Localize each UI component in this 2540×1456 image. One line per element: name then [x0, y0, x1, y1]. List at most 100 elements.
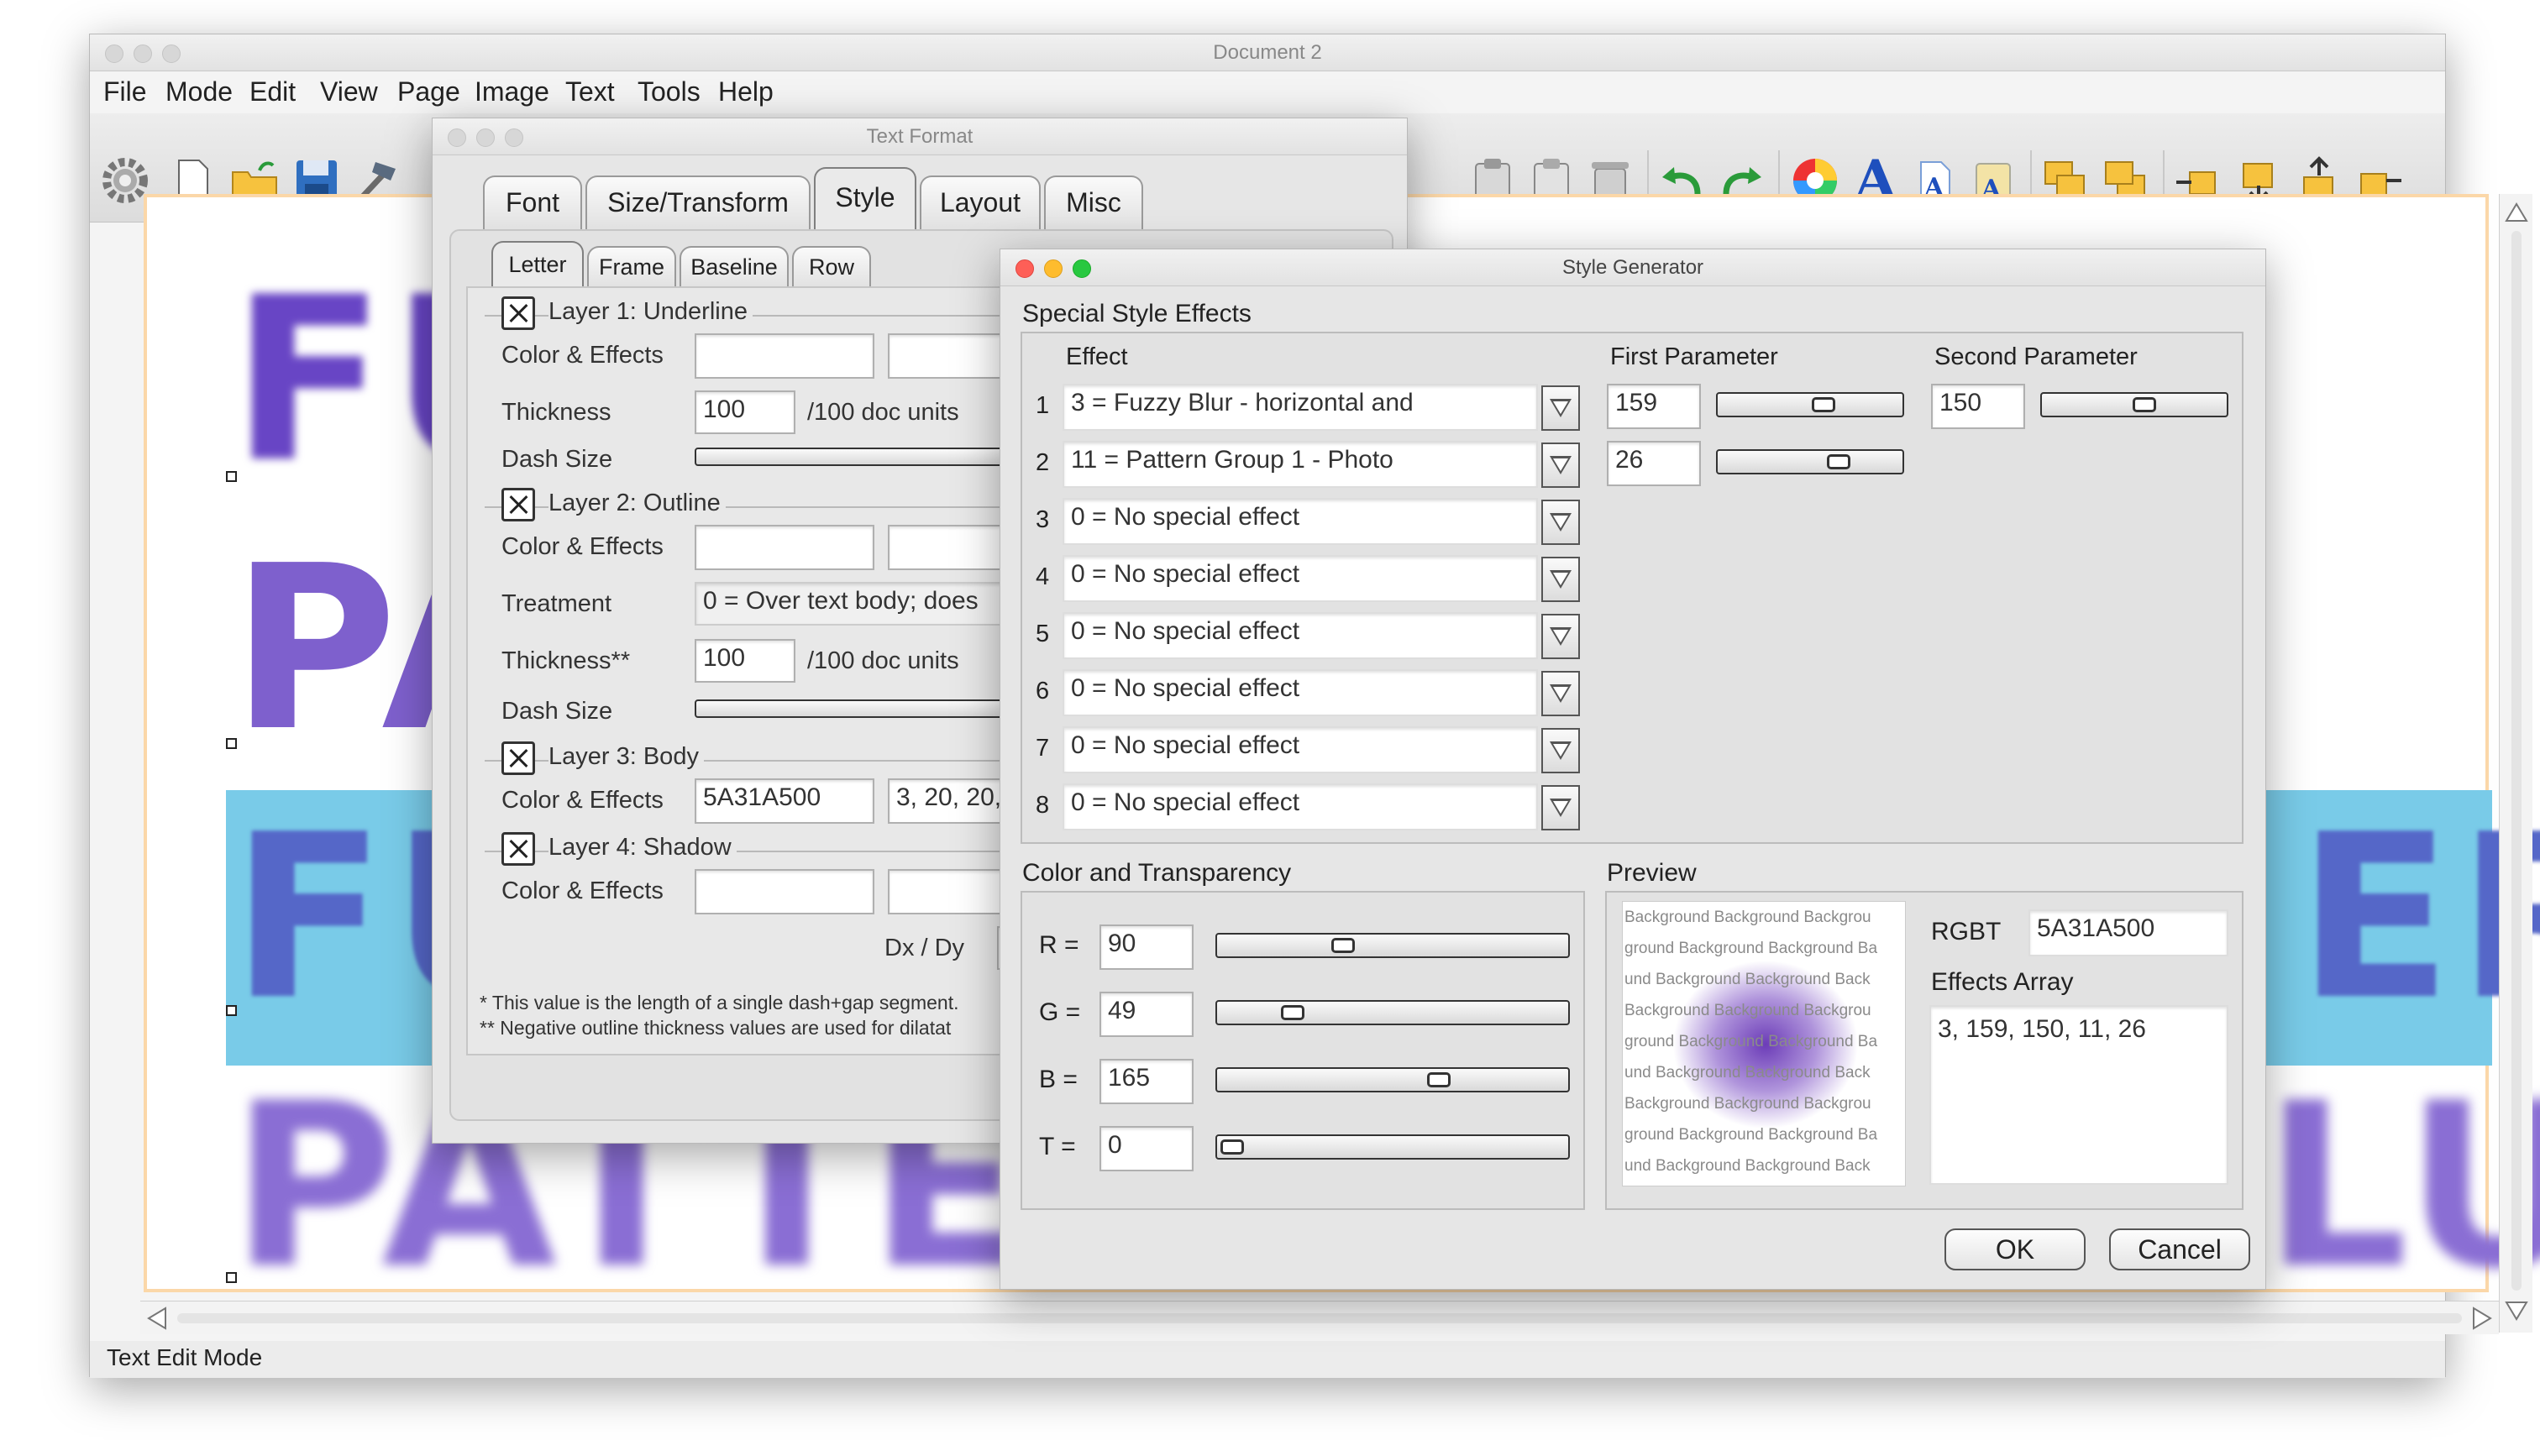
chevron-down-icon[interactable]: [1541, 385, 1580, 431]
outline-dash-slider[interactable]: [695, 699, 1047, 718]
layer-underline-title: Layer 1: Underline: [548, 298, 753, 326]
tab-layout[interactable]: Layout: [920, 175, 1041, 229]
menu-text[interactable]: Text: [565, 76, 615, 107]
tab-style[interactable]: Style: [814, 167, 916, 231]
minimize-button[interactable]: [476, 128, 495, 147]
chevron-down-icon[interactable]: [1541, 443, 1580, 488]
effect-select[interactable]: 0 = No special effect: [1063, 612, 1538, 659]
effects-array-field[interactable]: 3, 159, 150, 11, 26: [1929, 1005, 2228, 1185]
zoom-button[interactable]: [162, 45, 181, 63]
close-button[interactable]: [105, 45, 123, 63]
subtab-row[interactable]: Row: [792, 246, 871, 288]
channel-value-field[interactable]: 49: [1099, 992, 1194, 1037]
scroll-up-icon[interactable]: [2503, 199, 2530, 226]
menu-mode[interactable]: Mode: [165, 76, 233, 107]
subtab-row-label: Row: [808, 254, 854, 280]
channel-slider[interactable]: [1215, 933, 1570, 958]
effect2-first-param[interactable]: 26: [1607, 441, 1701, 486]
tab-size-transform-label: Size/Transform: [607, 187, 789, 217]
subtab-letter[interactable]: Letter: [491, 241, 584, 288]
tab-misc[interactable]: Misc: [1044, 175, 1143, 229]
ok-button[interactable]: OK: [1944, 1228, 2086, 1270]
zoom-button[interactable]: [505, 128, 523, 147]
effect1-second-slider[interactable]: [2040, 392, 2228, 417]
chevron-down-icon[interactable]: [1541, 557, 1580, 602]
horizontal-scroll-track[interactable]: [177, 1313, 2462, 1323]
effect1-second-knob[interactable]: [2133, 397, 2157, 412]
channel-slider-knob[interactable]: [1220, 1139, 1244, 1155]
effect1-second-param[interactable]: 150: [1931, 384, 2025, 429]
layer-outline-checkbox[interactable]: [501, 488, 535, 521]
cancel-button[interactable]: Cancel: [2109, 1228, 2250, 1270]
chevron-down-icon[interactable]: [1541, 728, 1580, 773]
effect-select[interactable]: 0 = No special effect: [1063, 555, 1538, 602]
menu-view[interactable]: View: [320, 76, 378, 107]
menu-page[interactable]: Page: [397, 76, 460, 107]
menu-image[interactable]: Image: [475, 76, 549, 107]
underline-dash-slider[interactable]: [695, 448, 1047, 466]
subtab-frame[interactable]: Frame: [587, 246, 676, 288]
vertical-scroll-track[interactable]: [2511, 231, 2522, 1291]
effect2-first-knob[interactable]: [1827, 454, 1850, 469]
effect1-first-slider[interactable]: [1716, 392, 1904, 417]
layer-underline-checkbox[interactable]: [501, 296, 535, 330]
tab-font[interactable]: Font: [483, 175, 582, 229]
channel-value-field[interactable]: 90: [1099, 924, 1194, 970]
selection-handle[interactable]: [226, 1272, 237, 1283]
effect-select[interactable]: 3 = Fuzzy Blur - horizontal and: [1063, 384, 1538, 431]
selection-handle[interactable]: [226, 738, 237, 749]
selection-handle[interactable]: [226, 471, 237, 482]
effect2-first-slider[interactable]: [1716, 449, 1904, 474]
menu-tools[interactable]: Tools: [638, 76, 701, 107]
outline-thickness-field[interactable]: 100: [695, 639, 795, 683]
effect-select[interactable]: 0 = No special effect: [1063, 783, 1538, 830]
effect-select[interactable]: 0 = No special effect: [1063, 726, 1538, 773]
chevron-down-icon[interactable]: [1541, 500, 1580, 545]
chevron-down-icon[interactable]: [1541, 614, 1580, 659]
channel-slider-knob[interactable]: [1331, 938, 1356, 953]
channel-slider[interactable]: [1215, 1134, 1570, 1160]
effect1-first-param[interactable]: 159: [1607, 384, 1701, 429]
channel-slider[interactable]: [1215, 1000, 1570, 1025]
underline-thickness-field[interactable]: 100: [695, 390, 795, 434]
rgbt-field[interactable]: 5A31A500: [2028, 909, 2228, 956]
channel-slider-knob[interactable]: [1426, 1072, 1451, 1087]
effect-select[interactable]: 0 = No special effect: [1063, 498, 1538, 545]
outline-color-field[interactable]: [695, 525, 874, 570]
gear-icon[interactable]: [100, 155, 150, 206]
subtab-baseline[interactable]: Baseline: [680, 246, 789, 288]
minimize-button[interactable]: [1044, 259, 1063, 278]
chevron-down-icon[interactable]: [1541, 671, 1580, 716]
vertical-scrollbar[interactable]: [2499, 194, 2532, 1333]
menu-help[interactable]: Help: [718, 76, 774, 107]
channel-slider[interactable]: [1215, 1067, 1570, 1092]
layer-shadow-checkbox[interactable]: [501, 832, 535, 866]
close-button[interactable]: [1015, 259, 1034, 278]
zoom-button[interactable]: [1073, 259, 1091, 278]
scroll-down-icon[interactable]: [2503, 1297, 2530, 1324]
effect1-first-knob[interactable]: [1812, 397, 1835, 412]
menu-bar: File Mode Edit View Page Image Text Tool…: [90, 71, 2445, 113]
ok-button-label: OK: [1995, 1234, 2035, 1265]
chevron-down-icon[interactable]: [1541, 785, 1580, 830]
selection-handle[interactable]: [226, 1005, 237, 1016]
channel-slider-knob[interactable]: [1280, 1005, 1304, 1020]
scroll-right-icon[interactable]: [2469, 1305, 2495, 1332]
minimize-button[interactable]: [134, 45, 152, 63]
scroll-left-icon[interactable]: [144, 1305, 171, 1332]
shadow-color-field[interactable]: [695, 869, 874, 914]
channel-value-field[interactable]: 165: [1099, 1059, 1194, 1104]
shadow-dxdy-label: Dx / Dy: [884, 935, 965, 961]
horizontal-scrollbar[interactable]: [140, 1301, 2499, 1334]
tab-size-transform[interactable]: Size/Transform: [585, 175, 811, 229]
menu-file[interactable]: File: [103, 76, 147, 107]
close-button[interactable]: [448, 128, 466, 147]
body-color-field[interactable]: 5A31A500: [695, 778, 874, 824]
effect-select[interactable]: 0 = No special effect: [1063, 669, 1538, 716]
underline-color-field[interactable]: [695, 333, 874, 379]
effect-select[interactable]: 11 = Pattern Group 1 - Photo: [1063, 441, 1538, 488]
color-transparency-title: Color and Transparency: [1022, 859, 1292, 887]
layer-body-checkbox[interactable]: [501, 741, 535, 775]
menu-edit[interactable]: Edit: [249, 76, 296, 107]
channel-value-field[interactable]: 0: [1099, 1126, 1194, 1171]
